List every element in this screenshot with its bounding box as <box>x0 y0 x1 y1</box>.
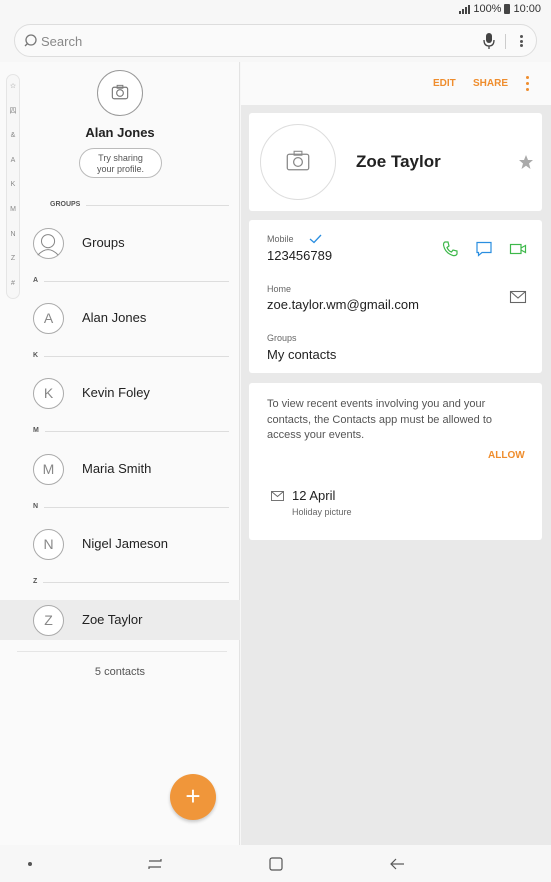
index-item[interactable]: 四 <box>7 100 19 125</box>
search-icon <box>24 34 37 47</box>
groups-icon <box>37 234 59 256</box>
contact-info-card: Mobile 123456789 Home zoe.taylor.wm@gmai… <box>249 220 542 373</box>
camera-icon <box>111 84 129 100</box>
email-address[interactable]: zoe.taylor.wm@gmail.com <box>267 297 419 312</box>
contact-row-zoe-taylor[interactable]: Z Zoe Taylor <box>0 600 240 640</box>
groups-value[interactable]: My contacts <box>267 347 336 362</box>
message-icon[interactable] <box>475 240 493 258</box>
section-header-a: A <box>33 276 229 286</box>
groups-avatar <box>33 228 64 259</box>
groups-item[interactable]: Groups <box>0 223 240 263</box>
index-item[interactable]: # <box>7 272 19 297</box>
mail-icon[interactable] <box>509 288 527 306</box>
search-input[interactable]: Search <box>41 34 82 49</box>
home-icon[interactable] <box>267 855 285 873</box>
battery-icon <box>504 4 511 14</box>
index-item[interactable]: M <box>7 198 19 223</box>
more-vert-icon[interactable] <box>524 76 530 91</box>
contact-name: Alan Jones <box>82 310 147 325</box>
index-item[interactable]: ☆ <box>7 75 19 100</box>
mail-icon <box>271 491 284 501</box>
contact-list-pane: ☆ 四 & A K M N Z # Alan Jones Try sharing… <box>0 62 240 845</box>
section-header-m: M <box>33 426 229 436</box>
index-item[interactable]: K <box>7 173 19 198</box>
phone-icon[interactable] <box>441 240 459 258</box>
camera-icon <box>286 150 310 171</box>
contact-name: Nigel Jameson <box>82 536 168 551</box>
avatar: M <box>33 454 64 485</box>
back-icon[interactable] <box>388 855 406 873</box>
divider <box>17 651 227 652</box>
video-icon[interactable] <box>509 240 527 258</box>
events-permission-message: To view recent events involving you and … <box>267 398 493 441</box>
avatar: N <box>33 529 64 560</box>
edit-button[interactable]: EDIT <box>433 78 456 89</box>
contact-row-nigel-jameson[interactable]: N Nigel Jameson <box>0 524 240 564</box>
nav-dot-icon[interactable] <box>28 862 32 866</box>
contact-name: Zoe Taylor <box>82 612 143 627</box>
add-contact-button[interactable]: + <box>170 774 216 820</box>
contact-row-alan-jones[interactable]: A Alan Jones <box>0 298 240 338</box>
clock: 10:00 <box>513 3 541 15</box>
avatar: Z <box>33 605 64 636</box>
section-header-z: Z <box>33 577 229 587</box>
contact-detail-name: Zoe Taylor <box>356 152 441 171</box>
mobile-number[interactable]: 123456789 <box>267 248 332 263</box>
share-button[interactable]: SHARE <box>473 78 508 89</box>
contact-name: Maria Smith <box>82 461 152 476</box>
status-indicators: 100% 10:00 <box>459 3 541 15</box>
contact-row-maria-smith[interactable]: M Maria Smith <box>0 449 240 489</box>
contact-name: Kevin Foley <box>82 385 150 400</box>
detail-toolbar: EDIT SHARE <box>241 62 551 105</box>
contact-count: 5 contacts <box>94 666 146 678</box>
mic-icon[interactable] <box>482 32 496 50</box>
event-date[interactable]: 12 April <box>292 488 335 503</box>
index-item[interactable]: A <box>7 149 19 174</box>
alphabet-index[interactable]: ☆ 四 & A K M N Z # <box>6 74 20 299</box>
contact-detail-pane: EDIT SHARE Zoe Taylor Mobile 123456789 H… <box>241 62 551 845</box>
allow-button[interactable]: ALLOW <box>488 450 525 461</box>
contact-photo[interactable] <box>260 124 336 200</box>
section-header-k: K <box>33 351 229 361</box>
avatar: A <box>33 303 64 334</box>
profile-name[interactable]: Alan Jones <box>0 125 240 140</box>
battery-percent: 100% <box>473 3 502 15</box>
groups-label: Groups <box>82 235 125 250</box>
check-icon <box>309 234 322 244</box>
status-bar: 100% 10:00 <box>0 0 551 20</box>
navigation-bar <box>0 845 551 882</box>
avatar: K <box>33 378 64 409</box>
mobile-label: Mobile <box>267 234 294 244</box>
search-bar[interactable]: Search <box>14 24 537 57</box>
groups-section-header: GROUPS <box>33 200 229 210</box>
profile-picture[interactable] <box>97 70 143 116</box>
recents-icon[interactable] <box>146 855 164 873</box>
event-description: Holiday picture <box>292 507 352 517</box>
section-header-n: N <box>33 502 229 512</box>
add-icon: + <box>185 781 201 811</box>
groups-label: Groups <box>267 333 297 343</box>
star-icon[interactable] <box>518 154 534 170</box>
email-label: Home <box>267 284 292 294</box>
signal-icon <box>459 4 471 14</box>
share-profile-button[interactable]: Try sharing your profile. <box>79 148 162 178</box>
more-vert-icon[interactable] <box>518 33 524 49</box>
contact-header-card: Zoe Taylor <box>249 113 542 211</box>
contact-row-kevin-foley[interactable]: K Kevin Foley <box>0 373 240 413</box>
search-divider <box>505 34 506 49</box>
events-card: To view recent events involving you and … <box>249 383 542 540</box>
